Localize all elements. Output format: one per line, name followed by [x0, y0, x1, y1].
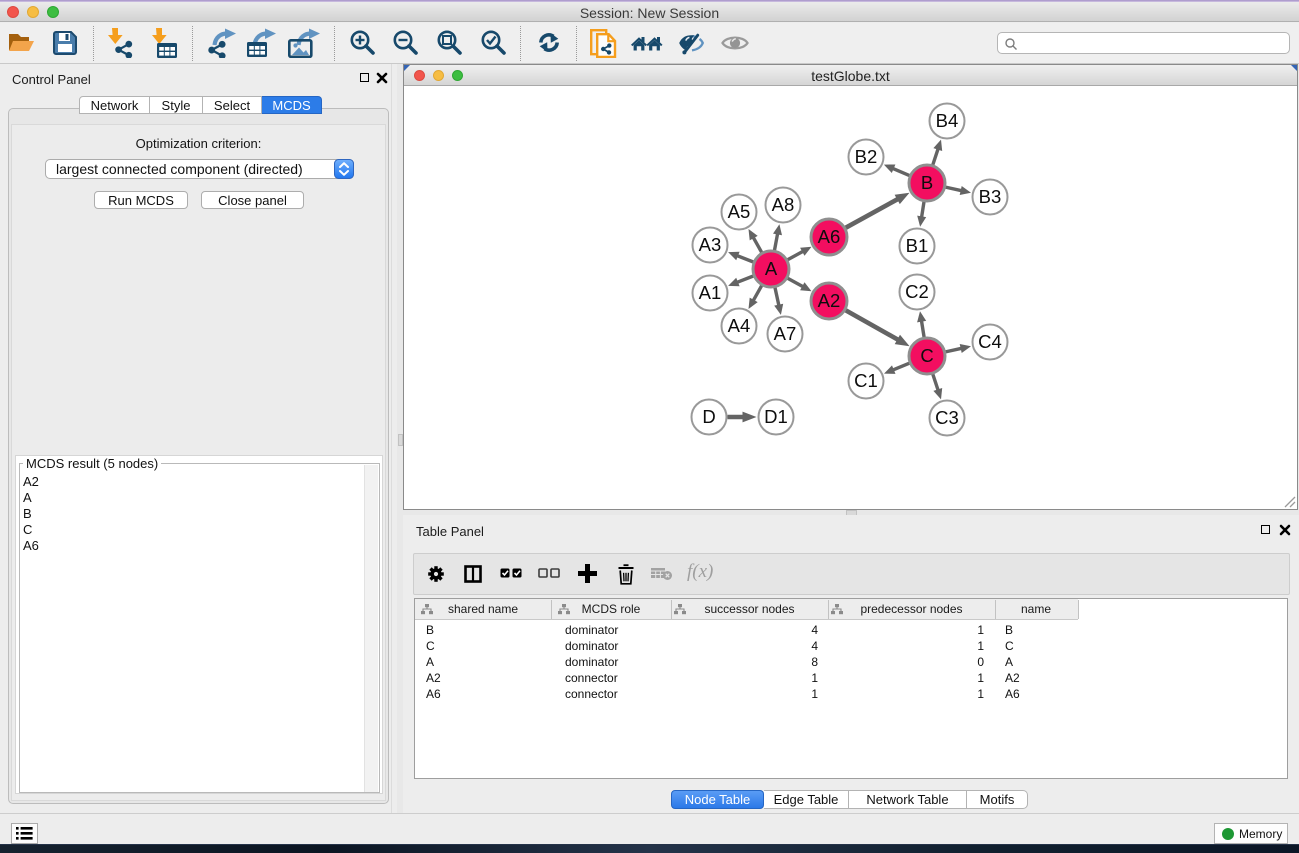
svg-text:D1: D1: [764, 406, 788, 427]
svg-text:C3: C3: [935, 407, 959, 428]
svg-text:A4: A4: [728, 315, 751, 336]
svg-text:C: C: [920, 345, 933, 366]
svg-text:D: D: [702, 406, 715, 427]
svg-text:B3: B3: [979, 186, 1002, 207]
svg-text:C1: C1: [854, 370, 878, 391]
svg-text:A7: A7: [774, 323, 797, 344]
svg-text:A3: A3: [699, 234, 722, 255]
svg-text:C2: C2: [905, 281, 929, 302]
svg-text:A5: A5: [728, 201, 751, 222]
svg-text:B2: B2: [855, 146, 878, 167]
svg-text:B1: B1: [906, 235, 929, 256]
svg-text:A1: A1: [699, 282, 722, 303]
svg-text:A2: A2: [818, 290, 841, 311]
svg-text:A6: A6: [818, 226, 841, 247]
svg-text:B4: B4: [936, 110, 959, 131]
svg-text:A: A: [765, 258, 778, 279]
svg-text:B: B: [921, 172, 933, 193]
svg-text:C4: C4: [978, 331, 1002, 352]
svg-text:A8: A8: [772, 194, 795, 215]
